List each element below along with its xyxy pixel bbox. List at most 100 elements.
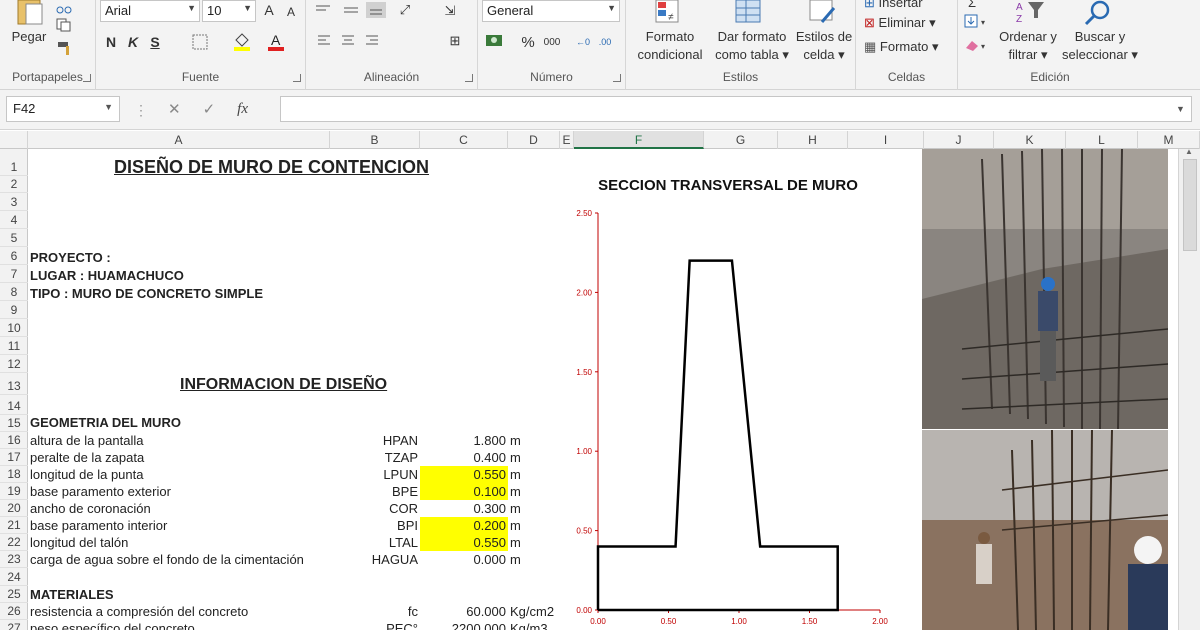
table-row-unit[interactable]: m — [510, 517, 521, 534]
row-header[interactable]: 17 — [0, 449, 28, 466]
cell-styles-icon[interactable] — [808, 0, 838, 26]
thousands-button[interactable]: 000 — [540, 34, 564, 50]
conditional-format-button[interactable]: Formato condicional — [626, 28, 714, 64]
table-row-value[interactable]: 0.550 — [420, 534, 508, 551]
cross-section-chart[interactable]: SECCION TRANSVERSAL DE MURO 0.00 0.50 1.00… — [560, 170, 920, 630]
select-all-corner[interactable] — [0, 131, 28, 149]
cancel-icon[interactable]: ✕ — [168, 100, 181, 118]
format-cells-button[interactable]: ▦ Formato ▾ — [864, 38, 954, 56]
row-header[interactable]: 14 — [0, 398, 28, 415]
row-header[interactable]: 8 — [0, 284, 28, 301]
delete-button[interactable]: ⊠ Eliminar ▾ — [864, 14, 954, 32]
table-row-code[interactable]: TZAP — [330, 449, 420, 466]
vertical-align-icons[interactable] — [314, 2, 394, 18]
row-header[interactable]: 1 — [0, 159, 28, 176]
table-row-code[interactable]: BPI — [330, 517, 420, 534]
table-row-desc[interactable]: base paramento exterior — [30, 483, 171, 500]
grow-font-button[interactable]: A — [258, 0, 280, 20]
row-header[interactable]: 27 — [0, 620, 28, 630]
format-painter-icon[interactable] — [56, 40, 74, 56]
font-size-select[interactable]: 10 ▼ — [202, 0, 256, 22]
table-row-unit[interactable]: Kg/m3 — [510, 620, 548, 630]
row-header[interactable]: 12 — [0, 356, 28, 373]
scroll-up-icon[interactable]: ▲ — [1185, 147, 1193, 156]
formula-input[interactable] — [280, 96, 1192, 122]
font-name-select[interactable]: Arial ▼ — [100, 0, 200, 22]
row-header[interactable]: 3 — [0, 194, 28, 211]
row-header[interactable]: 19 — [0, 483, 28, 500]
underline-button[interactable]: S — [146, 32, 164, 52]
expand-formula-icon[interactable]: ▼ — [1176, 104, 1185, 114]
number-launcher[interactable] — [613, 74, 621, 82]
proyecto-cell[interactable]: PROYECTO : — [30, 249, 111, 266]
column-header-b[interactable]: B — [330, 131, 420, 149]
decrease-decimal-button[interactable]: .00 — [596, 32, 614, 52]
currency-icon[interactable] — [484, 32, 510, 50]
lugar-cell[interactable]: LUGAR : HUAMACHUCO — [30, 267, 184, 284]
table-row-code[interactable]: HAGUA — [330, 551, 420, 568]
column-header-c[interactable]: C — [420, 131, 508, 149]
cell-styles-button[interactable]: Estilos de celda ▾ — [792, 28, 856, 64]
column-header-l[interactable]: L — [1066, 131, 1138, 149]
row-header[interactable]: 26 — [0, 603, 28, 620]
table-row-code[interactable]: PEC° — [330, 620, 420, 630]
table-row-desc[interactable]: altura de la pantalla — [30, 432, 143, 449]
row-header[interactable]: 10 — [0, 320, 28, 337]
materials-title[interactable]: MATERIALES — [30, 586, 114, 603]
row-header[interactable]: 2 — [0, 176, 28, 193]
row-header[interactable]: 22 — [0, 534, 28, 551]
table-row-desc[interactable]: longitud de la punta — [30, 466, 143, 483]
row-header[interactable]: 4 — [0, 212, 28, 229]
table-row-desc[interactable]: base paramento interior — [30, 517, 167, 534]
scrollbar-thumb[interactable] — [1183, 159, 1197, 251]
wrap-text-button[interactable]: ⇲ — [440, 2, 460, 20]
name-box[interactable]: F42 ▼ — [6, 96, 120, 122]
find-select-button[interactable]: Buscar y seleccionar ▾ — [1058, 28, 1142, 64]
column-header-d[interactable]: D — [508, 131, 560, 149]
table-row-desc[interactable]: peso específico del concreto — [30, 620, 195, 630]
row-header[interactable]: 20 — [0, 500, 28, 517]
sort-filter-button[interactable]: Ordenar y filtrar ▾ — [990, 28, 1066, 64]
table-row-value[interactable]: 2200.000 — [420, 620, 508, 630]
row-header[interactable]: 13 — [0, 378, 28, 395]
shrink-font-button[interactable]: A — [280, 2, 302, 22]
clear-icon[interactable]: ▾ — [964, 38, 992, 54]
table-row-value[interactable]: 0.300 — [420, 500, 508, 517]
table-row-code[interactable]: fc — [330, 603, 420, 620]
table-row-value[interactable]: 0.000 — [420, 551, 508, 568]
column-header-f[interactable]: F — [574, 131, 704, 149]
fill-down-icon[interactable]: ▾ — [964, 14, 992, 30]
copy-icon[interactable] — [56, 18, 72, 32]
horizontal-align-icons[interactable] — [316, 34, 388, 48]
table-row-unit[interactable]: m — [510, 449, 521, 466]
row-header[interactable]: 6 — [0, 248, 28, 265]
conditional-format-icon[interactable]: ≠ — [654, 0, 684, 26]
row-header[interactable]: 11 — [0, 338, 28, 355]
table-row-code[interactable]: BPE — [330, 483, 420, 500]
increase-decimal-button[interactable]: ←0 — [574, 32, 592, 52]
italic-button[interactable]: K — [124, 32, 142, 52]
fill-color-icon[interactable] — [232, 32, 252, 52]
font-launcher[interactable] — [293, 74, 301, 82]
geometry-title[interactable]: GEOMETRIA DEL MURO — [30, 414, 181, 431]
construction-photo-2[interactable] — [922, 430, 1168, 630]
column-header-i[interactable]: I — [848, 131, 924, 149]
format-as-table-button[interactable]: Dar formato como tabla ▾ — [710, 28, 794, 64]
table-row-unit[interactable]: m — [510, 551, 521, 568]
paste-button[interactable]: Pegar — [4, 28, 54, 46]
column-header-k[interactable]: K — [994, 131, 1066, 149]
alignment-launcher[interactable] — [465, 74, 473, 82]
table-row-value[interactable]: 0.200 — [420, 517, 508, 534]
table-row-desc[interactable]: ancho de coronación — [30, 500, 151, 517]
column-header-e[interactable]: E — [560, 131, 574, 149]
table-row-value[interactable]: 0.100 — [420, 483, 508, 500]
row-header[interactable]: 15 — [0, 415, 28, 432]
row-header[interactable]: 9 — [0, 302, 28, 319]
sort-filter-icon[interactable]: AZ — [1014, 0, 1050, 28]
tipo-cell[interactable]: TIPO : MURO DE CONCRETO SIMPLE — [30, 285, 263, 302]
vertical-scrollbar[interactable]: ▲ — [1178, 147, 1200, 630]
table-row-desc[interactable]: resistencia a compresión del concreto — [30, 603, 248, 620]
row-header[interactable]: 24 — [0, 569, 28, 586]
info-title[interactable]: INFORMACION DE DISEÑO — [180, 375, 387, 395]
row-header[interactable]: 23 — [0, 551, 28, 568]
